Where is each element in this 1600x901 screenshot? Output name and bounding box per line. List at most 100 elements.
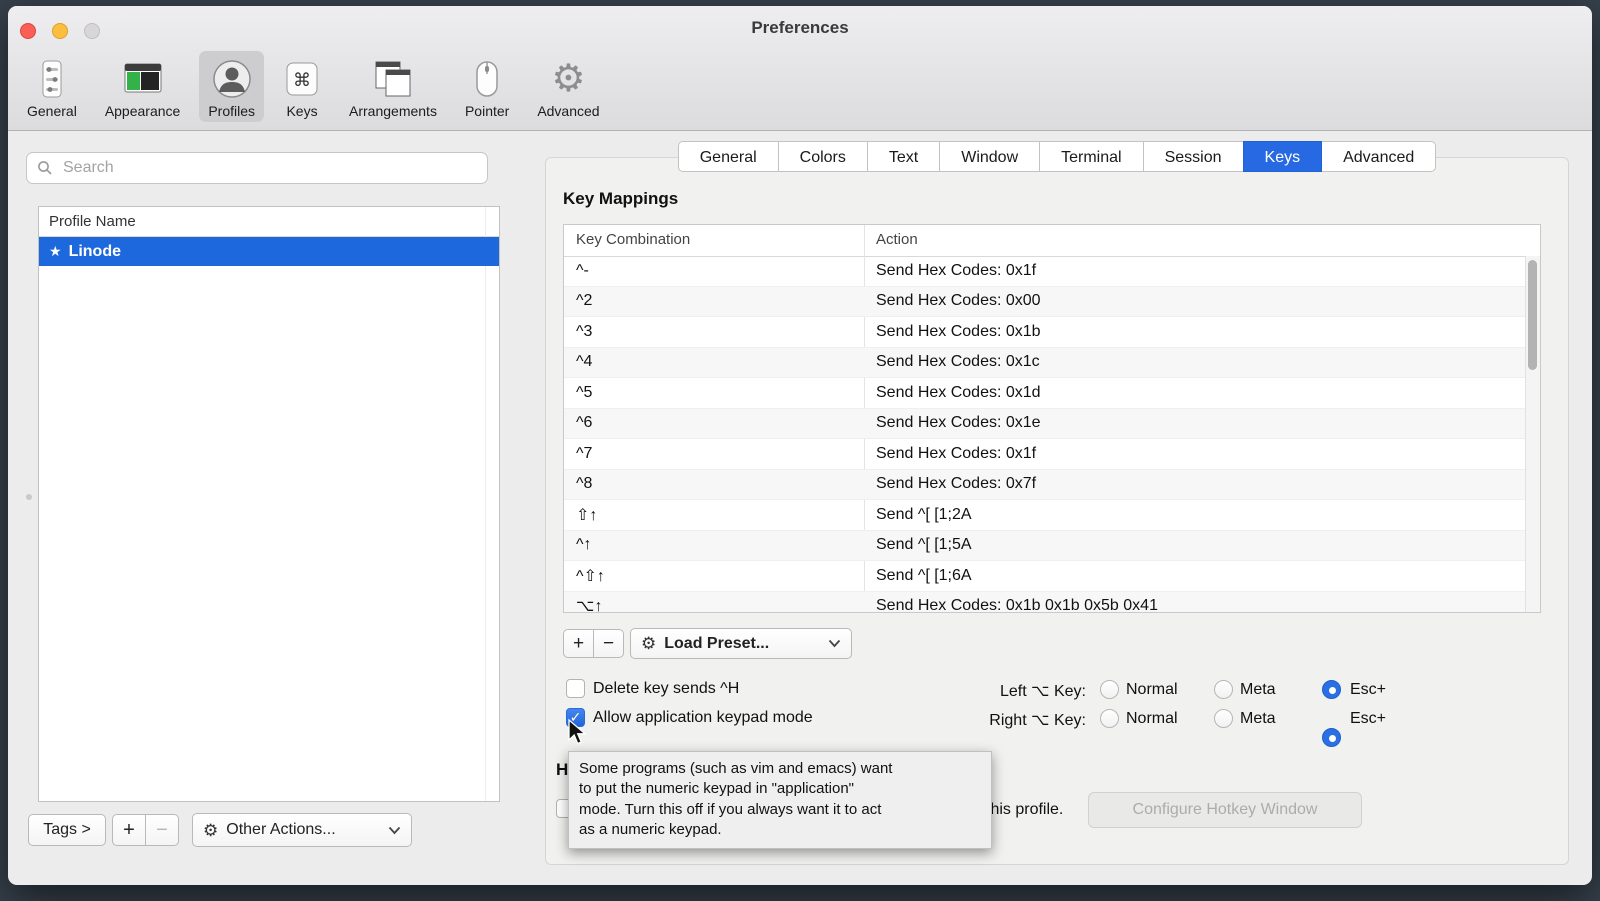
key-cell: ^↑ bbox=[564, 536, 864, 554]
toolbar-label: Keys bbox=[286, 103, 317, 119]
radio-label-normal: Normal bbox=[1126, 681, 1178, 699]
toolbar-label: Arrangements bbox=[349, 103, 437, 119]
hotkey-text-partial: this profile. bbox=[986, 801, 1063, 819]
key-cell: ^- bbox=[564, 262, 864, 280]
minus-icon: − bbox=[156, 819, 168, 842]
gear-icon: ⚙ bbox=[203, 822, 218, 839]
action-cell: Send Hex Codes: 0x7f bbox=[864, 475, 1036, 493]
toolbar-label: Profiles bbox=[208, 103, 255, 119]
profile-search bbox=[26, 152, 488, 184]
delete-key-label: Delete key sends ^H bbox=[593, 680, 739, 698]
toolbar-label: General bbox=[27, 103, 77, 119]
table-row[interactable]: ⇧↑Send ^[ [1;2A bbox=[564, 500, 1526, 531]
tab-advanced[interactable]: Advanced bbox=[1321, 141, 1436, 172]
right-option-esc-radio[interactable] bbox=[1322, 728, 1341, 747]
key-mappings-title: Key Mappings bbox=[563, 189, 678, 209]
left-option-esc-radio[interactable] bbox=[1322, 680, 1341, 699]
action-cell: Send Hex Codes: 0x1f bbox=[864, 262, 1036, 280]
radio-label-esc: Esc+ bbox=[1350, 681, 1386, 699]
key-cell: ^8 bbox=[564, 475, 864, 493]
tab-window[interactable]: Window bbox=[939, 141, 1040, 172]
key-cell: ⌥↑ bbox=[564, 596, 864, 613]
key-cell: ⇧↑ bbox=[564, 505, 864, 525]
toolbar-item-keys[interactable]: ⌘ Keys bbox=[274, 51, 330, 122]
action-cell: Send ^[ [1;2A bbox=[864, 506, 972, 524]
table-row[interactable]: ^8Send Hex Codes: 0x7f bbox=[564, 470, 1526, 501]
table-body: ^-Send Hex Codes: 0x1f ^2Send Hex Codes:… bbox=[564, 256, 1526, 613]
toolbar-item-appearance[interactable]: Appearance bbox=[96, 51, 190, 122]
search-icon bbox=[37, 160, 53, 176]
right-option-meta-radio[interactable] bbox=[1214, 709, 1233, 728]
action-cell: Send Hex Codes: 0x1d bbox=[864, 384, 1041, 402]
profile-row-linode[interactable]: ★ Linode bbox=[39, 237, 499, 266]
table-row[interactable]: ^↑Send ^[ [1;5A bbox=[564, 531, 1526, 562]
action-cell: Send Hex Codes: 0x1f bbox=[864, 445, 1036, 463]
radio-label-esc: Esc+ bbox=[1350, 710, 1386, 728]
key-cell: ^6 bbox=[564, 414, 864, 432]
tab-keys[interactable]: Keys bbox=[1243, 141, 1323, 172]
add-profile-button[interactable]: + bbox=[112, 814, 146, 846]
remove-key-mapping-button[interactable]: − bbox=[593, 629, 624, 658]
tab-colors[interactable]: Colors bbox=[778, 141, 868, 172]
configure-hotkey-window-button[interactable]: Configure Hotkey Window bbox=[1088, 792, 1362, 828]
table-row[interactable]: ^⇧↑Send ^[ [1;6A bbox=[564, 561, 1526, 592]
table-row[interactable]: ^3Send Hex Codes: 0x1b bbox=[564, 317, 1526, 348]
search-input[interactable] bbox=[26, 152, 488, 184]
toolbar-item-arrangements[interactable]: Arrangements bbox=[340, 51, 446, 122]
left-option-normal-radio[interactable] bbox=[1100, 680, 1119, 699]
table-scrollbar[interactable] bbox=[1525, 256, 1540, 612]
configure-hotkey-label: Configure Hotkey Window bbox=[1133, 801, 1318, 819]
toolbar-label: Appearance bbox=[105, 103, 181, 119]
tab-text[interactable]: Text bbox=[867, 141, 940, 172]
remove-profile-button: − bbox=[145, 814, 179, 846]
add-key-mapping-button[interactable]: + bbox=[563, 629, 594, 658]
column-header-key: Key Combination bbox=[576, 231, 690, 248]
profile-list: Profile Name ★ Linode bbox=[38, 206, 500, 802]
toolbar-item-general[interactable]: General bbox=[18, 51, 86, 122]
key-cell: ^⇧↑ bbox=[564, 566, 864, 586]
other-actions-dropdown[interactable]: ⚙ Other Actions... bbox=[192, 813, 412, 847]
advanced-gear-icon: ⚙ bbox=[551, 56, 585, 102]
screen: Preferences General Appearance Profiles … bbox=[0, 0, 1600, 901]
table-row[interactable]: ^4Send Hex Codes: 0x1c bbox=[564, 348, 1526, 379]
table-row[interactable]: ^2Send Hex Codes: 0x00 bbox=[564, 287, 1526, 318]
arrangements-icon bbox=[371, 56, 415, 102]
toolbar-item-pointer[interactable]: Pointer bbox=[456, 51, 518, 122]
plus-icon: + bbox=[123, 819, 135, 842]
action-cell: Send Hex Codes: 0x1b bbox=[864, 323, 1041, 341]
load-preset-label: Load Preset... bbox=[664, 635, 769, 653]
table-row[interactable]: ⌥↑Send Hex Codes: 0x1b 0x1b 0x5b 0x41 bbox=[564, 592, 1526, 614]
chevron-down-icon bbox=[388, 826, 401, 835]
profiles-icon bbox=[211, 56, 253, 102]
table-row[interactable]: ^7Send Hex Codes: 0x1f bbox=[564, 439, 1526, 470]
toolbar-item-profiles[interactable]: Profiles bbox=[199, 51, 264, 122]
load-preset-dropdown[interactable]: ⚙ Load Preset... bbox=[630, 628, 852, 659]
pointer-icon bbox=[471, 56, 503, 102]
column-header-action: Action bbox=[876, 231, 918, 248]
general-icon bbox=[32, 56, 72, 102]
table-row[interactable]: ^6Send Hex Codes: 0x1e bbox=[564, 409, 1526, 440]
left-option-key-label: Left ⌥ Key: bbox=[950, 681, 1086, 701]
profile-list-divider bbox=[485, 207, 486, 801]
tab-general[interactable]: General bbox=[678, 141, 779, 172]
left-option-meta-radio[interactable] bbox=[1214, 680, 1233, 699]
minus-icon: − bbox=[603, 633, 614, 655]
radio-label-meta: Meta bbox=[1240, 710, 1276, 728]
scrollbar-thumb[interactable] bbox=[1528, 260, 1537, 370]
tags-button[interactable]: Tags > bbox=[28, 814, 106, 846]
right-option-normal-radio[interactable] bbox=[1100, 709, 1119, 728]
table-row[interactable]: ^5Send Hex Codes: 0x1d bbox=[564, 378, 1526, 409]
key-cell: ^3 bbox=[564, 323, 864, 341]
key-mappings-table: Key Combination Action ^-Send Hex Codes:… bbox=[563, 224, 1541, 613]
delete-key-checkbox[interactable] bbox=[566, 679, 585, 698]
default-profile-star-icon: ★ bbox=[49, 243, 62, 260]
tab-session[interactable]: Session bbox=[1143, 141, 1244, 172]
toolbar-item-advanced[interactable]: ⚙ Advanced bbox=[528, 51, 608, 122]
action-cell: Send Hex Codes: 0x1c bbox=[864, 353, 1040, 371]
tab-terminal[interactable]: Terminal bbox=[1039, 141, 1143, 172]
tags-button-label: Tags > bbox=[43, 821, 91, 839]
table-row[interactable]: ^-Send Hex Codes: 0x1f bbox=[564, 256, 1526, 287]
action-cell: Send Hex Codes: 0x1b 0x1b 0x5b 0x41 bbox=[864, 597, 1158, 613]
toolbar-label: Pointer bbox=[465, 103, 509, 119]
profile-list-header: Profile Name bbox=[39, 207, 499, 237]
